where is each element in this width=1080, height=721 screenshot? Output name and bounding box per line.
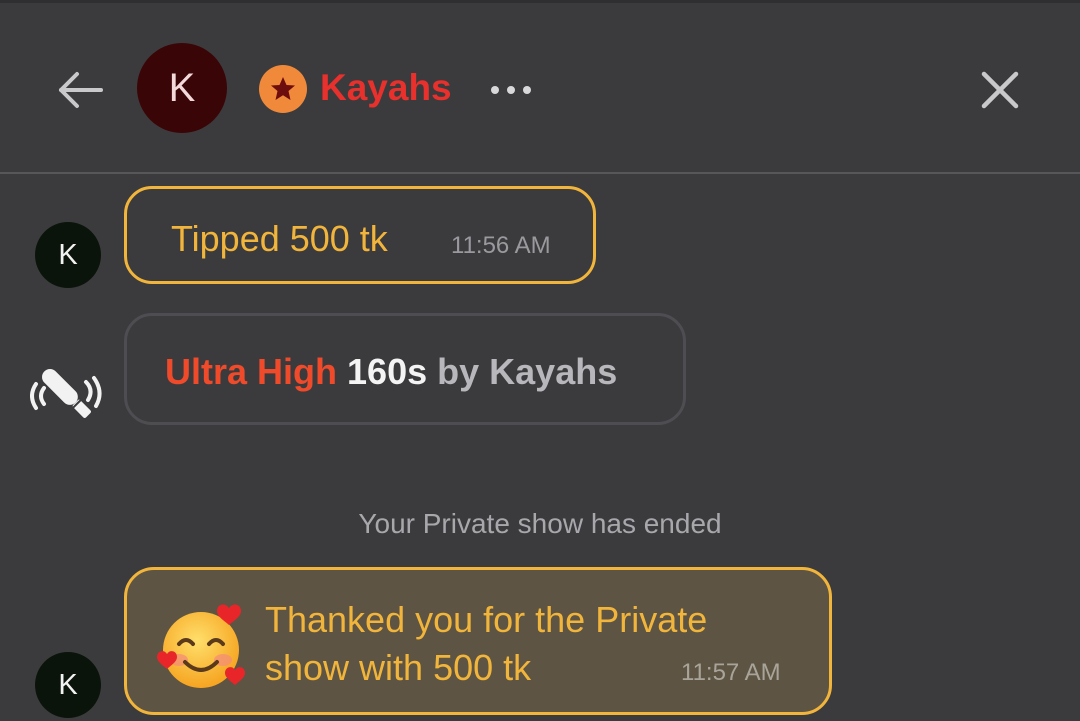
star-badge <box>259 65 307 113</box>
vibration-level: Ultra High <box>165 351 338 392</box>
more-dot <box>507 86 515 94</box>
avatar-initial: K <box>58 668 78 701</box>
avatar[interactable]: K <box>35 222 101 288</box>
tip-text: Tipped 500 tk <box>171 218 388 259</box>
more-horizontal-icon <box>491 86 499 94</box>
star-icon <box>271 77 295 100</box>
chat-screen: K Kayahs K Tipped 500 tk 11:56 AM Ultra … <box>0 0 1080 721</box>
close-button[interactable] <box>972 62 1028 118</box>
close-icon <box>981 71 1019 109</box>
tip-message-bubble: Tipped 500 tk 11:56 AM <box>124 186 596 284</box>
chat-header: K Kayahs <box>0 0 1080 172</box>
message-timestamp: 11:57 AM <box>681 659 781 686</box>
system-message: Your Private show has ended <box>358 508 722 539</box>
toy-activation-text: Ultra High 160s by Kayahs <box>165 350 617 394</box>
contact-name[interactable]: Kayahs <box>320 66 452 110</box>
avatar[interactable]: K <box>137 43 227 133</box>
activated-by: by Kayahs <box>437 351 618 392</box>
avatar-initial: K <box>58 238 78 271</box>
header-divider <box>0 172 1080 174</box>
more-options-button[interactable] <box>482 70 540 110</box>
avatar[interactable]: K <box>35 652 101 718</box>
vibrator-toy-icon <box>30 369 102 418</box>
avatar-initial: K <box>168 65 196 110</box>
vibration-duration: 160s <box>347 351 428 392</box>
message-timestamp: 11:56 AM <box>451 232 551 259</box>
thanks-message-bubble: Thanked you for the Private show with 50… <box>124 567 832 715</box>
arrow-left-icon <box>59 72 103 108</box>
smiling-face-with-hearts-icon <box>157 604 245 688</box>
toy-activation-bubble: Ultra High 160s by Kayahs <box>124 313 686 425</box>
more-dot <box>523 86 531 94</box>
back-button[interactable] <box>52 62 108 118</box>
